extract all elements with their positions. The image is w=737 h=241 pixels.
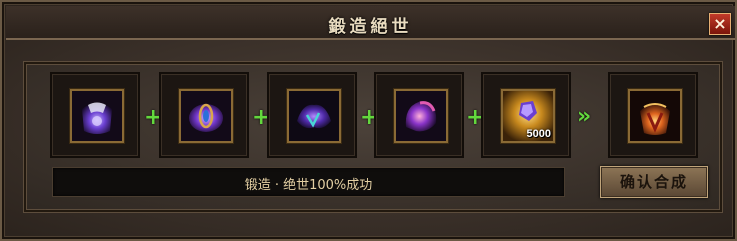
material-slot-2[interactable] (159, 72, 249, 158)
result-slot[interactable] (608, 72, 698, 158)
slot-frame: 5000 (501, 89, 555, 143)
status-bar: 锻造 · 绝世100%成功 (52, 167, 565, 197)
amulet-icon (181, 91, 231, 141)
slot-frame (287, 89, 341, 143)
material-slot-3[interactable] (267, 72, 357, 158)
forge-window: 鍛造絕世 × + + + + 5000 » 锻造 · 绝世100%成功 确认合成 (0, 0, 737, 241)
flame-armor-icon (630, 91, 680, 141)
armor-chest-icon (72, 91, 122, 141)
result-arrow-icon: » (577, 104, 592, 129)
gauntlet-icon (289, 91, 339, 141)
slot-frame (70, 89, 124, 143)
forge-status-text: 锻造 · 绝世100%成功 (244, 178, 373, 193)
material-slot-4[interactable] (374, 72, 464, 158)
slot-frame (394, 89, 448, 143)
material-slot-5[interactable]: 5000 (481, 72, 571, 158)
window-title: 鍛造絕世 (328, 17, 413, 37)
item-quantity: 5000 (526, 128, 551, 140)
material-slot-1[interactable] (50, 72, 140, 158)
title-bar: 鍛造絕世 × (6, 6, 735, 40)
slot-frame (628, 89, 682, 143)
helmet-icon (396, 91, 446, 141)
close-button[interactable]: × (709, 13, 731, 35)
confirm-synthesis-button[interactable]: 确认合成 (600, 166, 708, 198)
slot-frame (179, 89, 233, 143)
